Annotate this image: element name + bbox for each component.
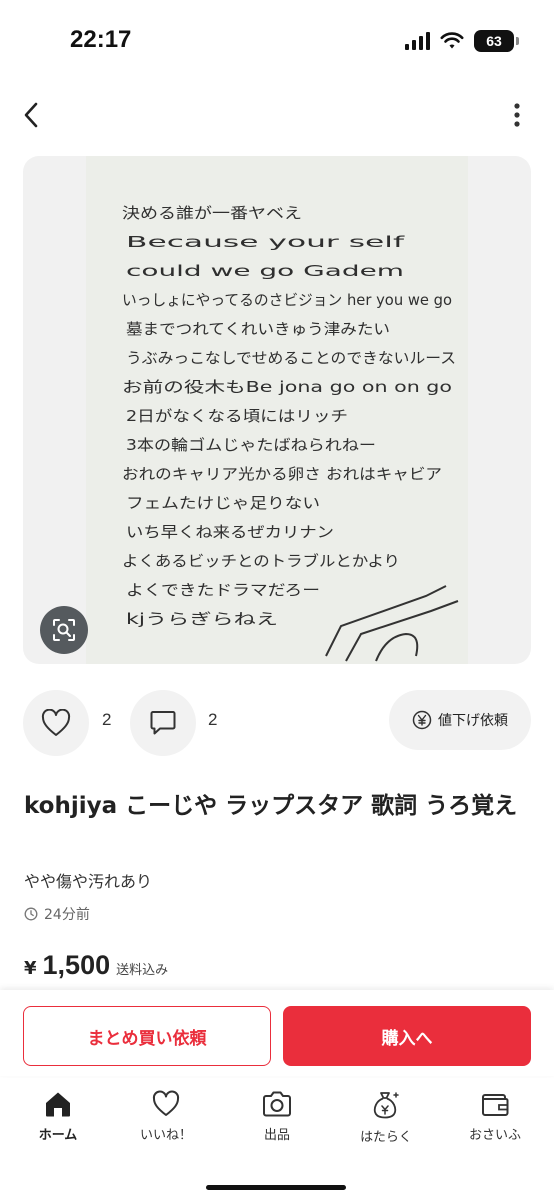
item-actions: 2 2 値下げ依頼 <box>0 688 554 756</box>
like-button[interactable] <box>23 690 89 756</box>
posted-time: 24分前 <box>24 904 90 924</box>
lyric-line: could we go Gadem <box>126 262 404 280</box>
heart-icon <box>41 709 71 736</box>
item-condition: やや傷や汚れあり <box>24 872 153 891</box>
price-down-label: 値下げ依頼 <box>438 713 508 729</box>
tab-sell[interactable]: 出品 <box>222 1090 332 1143</box>
status-icons: 63 <box>405 30 519 52</box>
price-down-request-button[interactable]: 値下げ依頼 <box>389 690 531 750</box>
tab-wallet[interactable]: おさいふ <box>440 1090 550 1143</box>
price-row: ¥ 1,500 送料込み <box>24 950 168 981</box>
battery-icon: 63 <box>474 30 519 52</box>
battery-level: 63 <box>486 33 502 49</box>
tab-work-label: はたらく <box>360 1130 412 1145</box>
lyric-line: お前の役木もBe jona go on on go <box>122 378 452 396</box>
yen-circle-icon <box>412 710 432 730</box>
purchase-bar: まとめ買い依頼 購入へ <box>0 990 554 1076</box>
tab-likes-label: いいね！ <box>139 1128 192 1143</box>
status-time: 22:17 <box>70 26 132 53</box>
more-vertical-icon <box>514 103 520 127</box>
clock-icon <box>24 907 38 921</box>
tab-likes[interactable]: いいね！ <box>111 1090 221 1143</box>
home-icon <box>46 1092 70 1117</box>
bulk-purchase-button[interactable]: まとめ買い依頼 <box>23 1006 271 1066</box>
price-currency: ¥ <box>24 958 37 979</box>
buy-button[interactable]: 購入へ <box>283 1006 531 1066</box>
lyric-line: いっしょにやってるのさビジョン her you we go <box>122 291 452 309</box>
bottom-tab-bar: ホーム いいね！ 出品 はたらく おさいふ <box>0 1078 554 1200</box>
top-nav <box>0 90 554 140</box>
tab-home-label: ホーム <box>38 1128 78 1143</box>
tab-work[interactable]: はたらく <box>331 1090 441 1145</box>
back-button[interactable] <box>14 98 48 132</box>
chevron-left-icon <box>24 102 38 128</box>
posted-time-label: 24分前 <box>44 907 90 923</box>
tab-wallet-label: おさいふ <box>468 1128 521 1143</box>
image-search-button[interactable] <box>40 606 88 654</box>
lyric-line: よくあるビッチとのトラブルとかより <box>122 552 400 570</box>
lyric-line: 3本の輪ゴムじゃたばねられねー <box>126 436 376 454</box>
shipping-included: 送料込み <box>116 963 169 978</box>
camera-icon <box>263 1091 291 1117</box>
lyric-line: うぶみっこなしでせめることのできないルース <box>126 349 456 367</box>
wallet-icon <box>482 1094 509 1116</box>
money-bag-icon <box>373 1092 399 1119</box>
tab-home[interactable]: ホーム <box>3 1090 113 1143</box>
comment-button[interactable] <box>130 690 196 756</box>
item-title: kohjiya こーじや ラップスタア 歌詞 うろ覚え <box>24 793 518 819</box>
tab-sell-label: 出品 <box>263 1128 290 1143</box>
comment-count: 2 <box>208 710 218 729</box>
comment-icon <box>150 711 176 735</box>
lyric-line: Because your self <box>126 233 405 251</box>
status-bar: 22:17 63 <box>0 0 554 84</box>
lyric-line: 2日がなくなる頃にはリッチ <box>126 407 348 425</box>
lyric-line: 墓までつれてくれいきゅう津みたい <box>126 320 390 338</box>
more-menu-button[interactable] <box>500 98 534 132</box>
cellular-signal-icon <box>405 32 430 50</box>
lyric-line: おれのキャリア光かる卵さ おれはキャビア <box>122 465 442 483</box>
wifi-icon <box>440 32 464 49</box>
heart-icon <box>152 1090 180 1116</box>
handwritten-lyrics: 決める誰が一番ヤベえ Because your self could we go G… <box>86 156 468 664</box>
lyric-line: 決める誰が一番ヤベえ <box>122 204 302 222</box>
image-search-icon <box>53 619 75 641</box>
lyric-line: いち早くね来るぜカリナン <box>126 523 334 541</box>
lyrics-paper-photo: 決める誰が一番ヤベえ Because your self could we go G… <box>86 156 468 664</box>
price-value: 1,500 <box>42 950 111 980</box>
home-indicator <box>206 1185 346 1190</box>
like-count: 2 <box>102 710 112 729</box>
lyric-line: よくできたドラマだろー <box>126 581 320 599</box>
lyric-line: フェムたけじゃ足りない <box>126 494 320 512</box>
lyric-line: kjうらぎらねえ <box>126 610 278 628</box>
item-photo[interactable]: 決める誰が一番ヤベえ Because your self could we go G… <box>23 156 531 664</box>
